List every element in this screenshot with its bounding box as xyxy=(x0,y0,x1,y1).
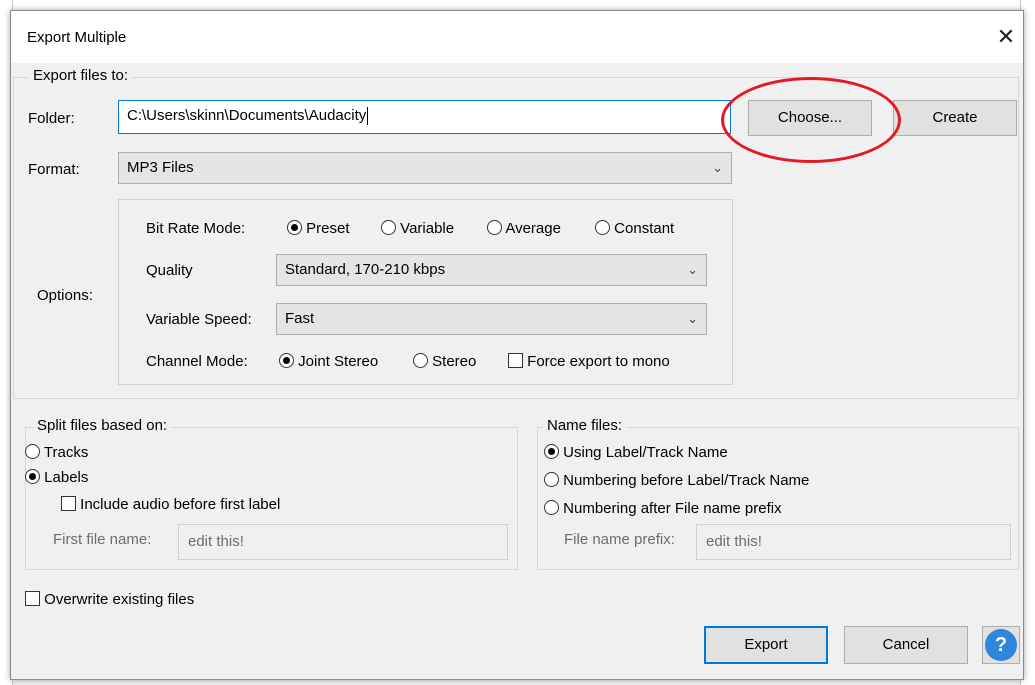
radio-average-indicator xyxy=(487,220,502,235)
variable-speed-label: Variable Speed: xyxy=(146,311,252,328)
export-files-to-legend: Export files to: xyxy=(29,67,133,84)
quality-label: Quality xyxy=(146,262,193,279)
title-bar: Export Multiple ✕ xyxy=(11,11,1023,63)
variable-speed-select[interactable]: Fast ⌄ xyxy=(276,303,707,335)
quality-select[interactable]: Standard, 170-210 kbps ⌄ xyxy=(276,254,707,286)
radio-labels-indicator xyxy=(25,469,40,484)
overwrite-checkbox-label: Overwrite existing files xyxy=(44,591,195,608)
radio-variable-label: Variable xyxy=(400,220,455,237)
radio-average[interactable]: Average xyxy=(487,220,561,237)
format-select-value: MP3 Files xyxy=(127,159,194,176)
first-file-name-input[interactable]: edit this! xyxy=(178,524,508,560)
text-caret xyxy=(367,107,369,126)
annotation-red-circle xyxy=(721,77,901,163)
variable-speed-select-value: Fast xyxy=(285,310,315,327)
dialog-title: Export Multiple xyxy=(27,29,127,46)
radio-numbering-before-indicator xyxy=(544,472,559,487)
radio-stereo-indicator xyxy=(413,353,428,368)
radio-joint-stereo-indicator xyxy=(279,353,294,368)
chevron-down-icon: ⌄ xyxy=(712,160,723,175)
help-button[interactable]: ? xyxy=(982,626,1020,664)
radio-stereo[interactable]: Stereo xyxy=(413,353,476,370)
folder-label: Folder: xyxy=(28,110,75,127)
file-name-prefix-input[interactable]: edit this! xyxy=(696,524,1011,560)
force-mono-checkbox-box xyxy=(508,353,523,368)
help-icon: ? xyxy=(985,629,1017,661)
export-button[interactable]: Export xyxy=(704,626,828,664)
radio-preset-indicator xyxy=(287,220,302,235)
radio-numbering-before-label: Numbering before Label/Track Name xyxy=(563,472,810,489)
force-mono-checkbox-label: Force export to mono xyxy=(527,353,670,370)
include-audio-checkbox[interactable]: Include audio before first label xyxy=(61,496,280,513)
chevron-down-icon: ⌄ xyxy=(687,262,698,277)
format-label: Format: xyxy=(28,161,80,178)
split-files-legend: Split files based on: xyxy=(33,417,172,434)
radio-stereo-label: Stereo xyxy=(432,353,477,370)
first-file-name-label: First file name: xyxy=(53,531,152,548)
radio-constant-label: Constant xyxy=(614,220,675,237)
bit-rate-mode-label: Bit Rate Mode: xyxy=(146,220,246,237)
radio-numbering-before-label[interactable]: Numbering before Label/Track Name xyxy=(544,472,809,489)
radio-average-label: Average xyxy=(505,220,561,237)
format-select[interactable]: MP3 Files ⌄ xyxy=(118,152,732,184)
folder-input[interactable]: C:\Users\skinn\Documents\Audacity xyxy=(118,100,731,134)
options-label: Options: xyxy=(37,287,93,304)
radio-constant[interactable]: Constant xyxy=(595,220,674,237)
radio-preset[interactable]: Preset xyxy=(287,220,350,237)
file-name-prefix-label: File name prefix: xyxy=(564,531,675,548)
close-icon[interactable]: ✕ xyxy=(993,23,1019,51)
radio-joint-stereo-label: Joint Stereo xyxy=(298,353,379,370)
radio-using-label-label: Using Label/Track Name xyxy=(563,444,728,461)
chevron-down-icon: ⌄ xyxy=(687,311,698,326)
quality-select-value: Standard, 170-210 kbps xyxy=(285,261,446,278)
radio-numbering-after-indicator xyxy=(544,500,559,515)
radio-variable-indicator xyxy=(381,220,396,235)
radio-tracks-label: Tracks xyxy=(43,444,89,461)
include-audio-checkbox-box xyxy=(61,496,76,511)
force-mono-checkbox[interactable]: Force export to mono xyxy=(508,353,670,370)
overwrite-checkbox-box xyxy=(25,591,40,606)
include-audio-checkbox-label: Include audio before first label xyxy=(80,496,281,513)
radio-preset-label: Preset xyxy=(306,220,350,237)
radio-tracks[interactable]: Tracks xyxy=(25,444,88,461)
radio-constant-indicator xyxy=(595,220,610,235)
radio-tracks-indicator xyxy=(25,444,40,459)
radio-labels[interactable]: Labels xyxy=(25,469,88,486)
cancel-button[interactable]: Cancel xyxy=(844,626,968,664)
radio-using-label-indicator xyxy=(544,444,559,459)
radio-numbering-after-label: Numbering after File name prefix xyxy=(563,500,782,517)
radio-using-label-track-name[interactable]: Using Label/Track Name xyxy=(544,444,728,461)
create-button[interactable]: Create xyxy=(893,100,1017,136)
radio-joint-stereo[interactable]: Joint Stereo xyxy=(279,353,378,370)
export-multiple-dialog: Export Multiple ✕ Export files to: Folde… xyxy=(10,10,1024,680)
radio-labels-label: Labels xyxy=(44,469,89,486)
name-files-legend: Name files: xyxy=(543,417,627,434)
radio-numbering-after-prefix[interactable]: Numbering after File name prefix xyxy=(544,500,782,517)
channel-mode-label: Channel Mode: xyxy=(146,353,248,370)
folder-input-value: C:\Users\skinn\Documents\Audacity xyxy=(127,107,367,124)
radio-variable[interactable]: Variable xyxy=(381,220,454,237)
overwrite-checkbox[interactable]: Overwrite existing files xyxy=(25,591,194,608)
